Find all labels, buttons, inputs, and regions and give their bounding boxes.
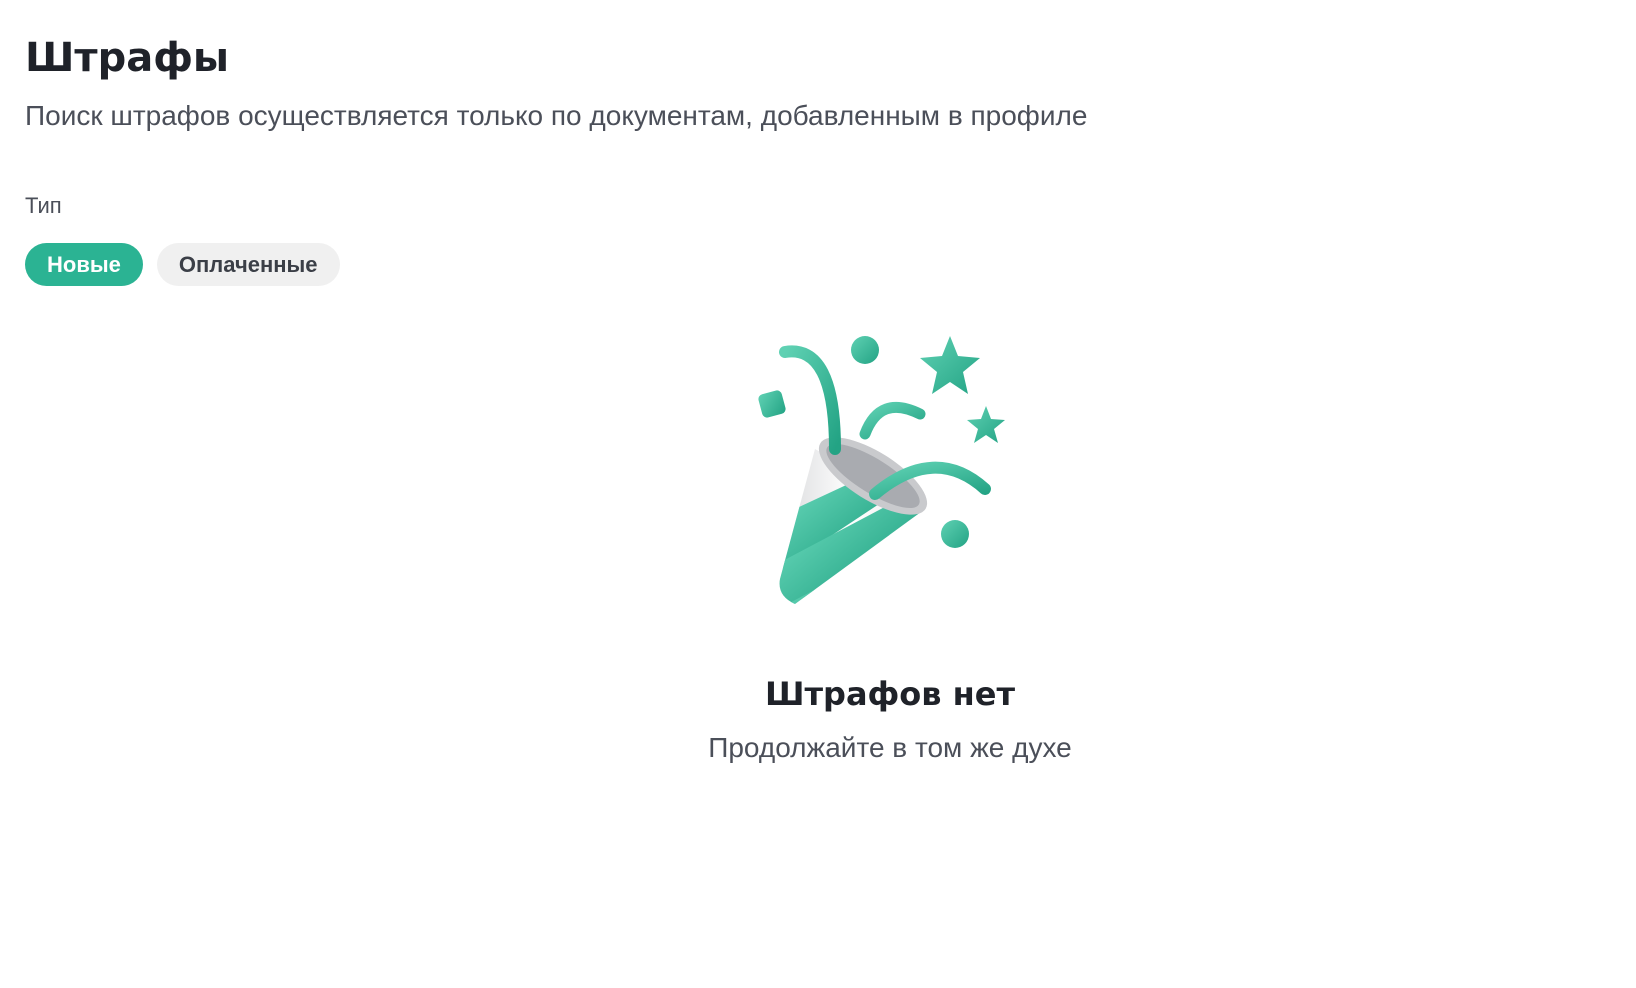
party-popper-icon <box>758 336 1005 604</box>
empty-state-subtitle: Продолжайте в том же духе <box>708 732 1072 763</box>
fines-page: Штрафы Поиск штрафов осуществляется толь… <box>0 0 1636 988</box>
empty-state-title: Штрафов нет <box>764 675 1016 713</box>
empty-state: Штрафов нет Продолжайте в том же духе <box>0 0 1636 988</box>
